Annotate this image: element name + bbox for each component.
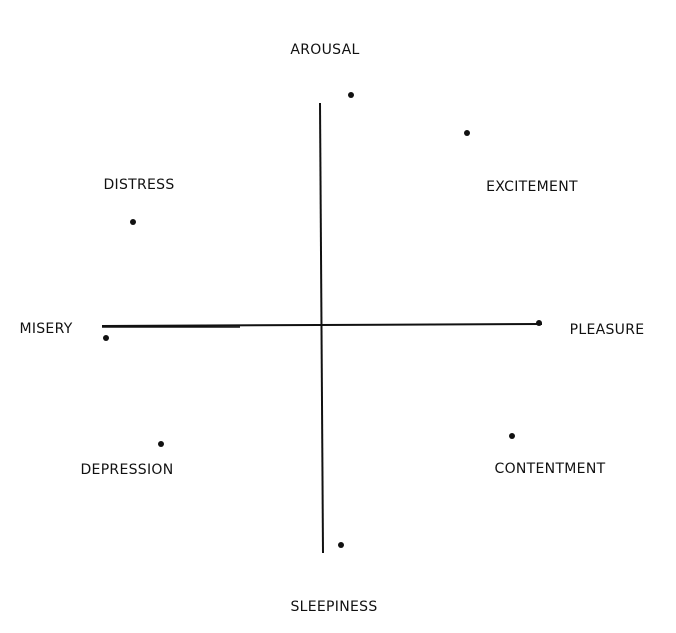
distress-dot xyxy=(130,219,136,225)
pleasure-dot xyxy=(536,320,542,326)
label-sleepiness: SLEEPINESS xyxy=(290,599,377,615)
sleepiness-dot xyxy=(338,542,344,548)
horizontal-axis xyxy=(101,323,543,327)
circumplex-diagram: AROUSAL EXCITEMENT PLEASURE CONTENTMENT … xyxy=(19,42,645,615)
label-misery: MISERY xyxy=(19,321,72,337)
label-depression: DEPRESSION xyxy=(80,462,173,478)
vertical-axis xyxy=(319,102,324,554)
contentment-dot xyxy=(509,433,515,439)
label-contentment: CONTENTMENT xyxy=(495,461,606,477)
label-excitement: EXCITEMENT xyxy=(486,179,578,195)
depression-dot xyxy=(158,441,164,447)
label-arousal: AROUSAL xyxy=(290,42,359,58)
label-distress: DISTRESS xyxy=(103,177,174,193)
arousal-dot xyxy=(348,92,354,98)
excitement-dot xyxy=(464,130,470,136)
label-pleasure: PLEASURE xyxy=(570,322,645,338)
misery-dot xyxy=(103,335,109,341)
